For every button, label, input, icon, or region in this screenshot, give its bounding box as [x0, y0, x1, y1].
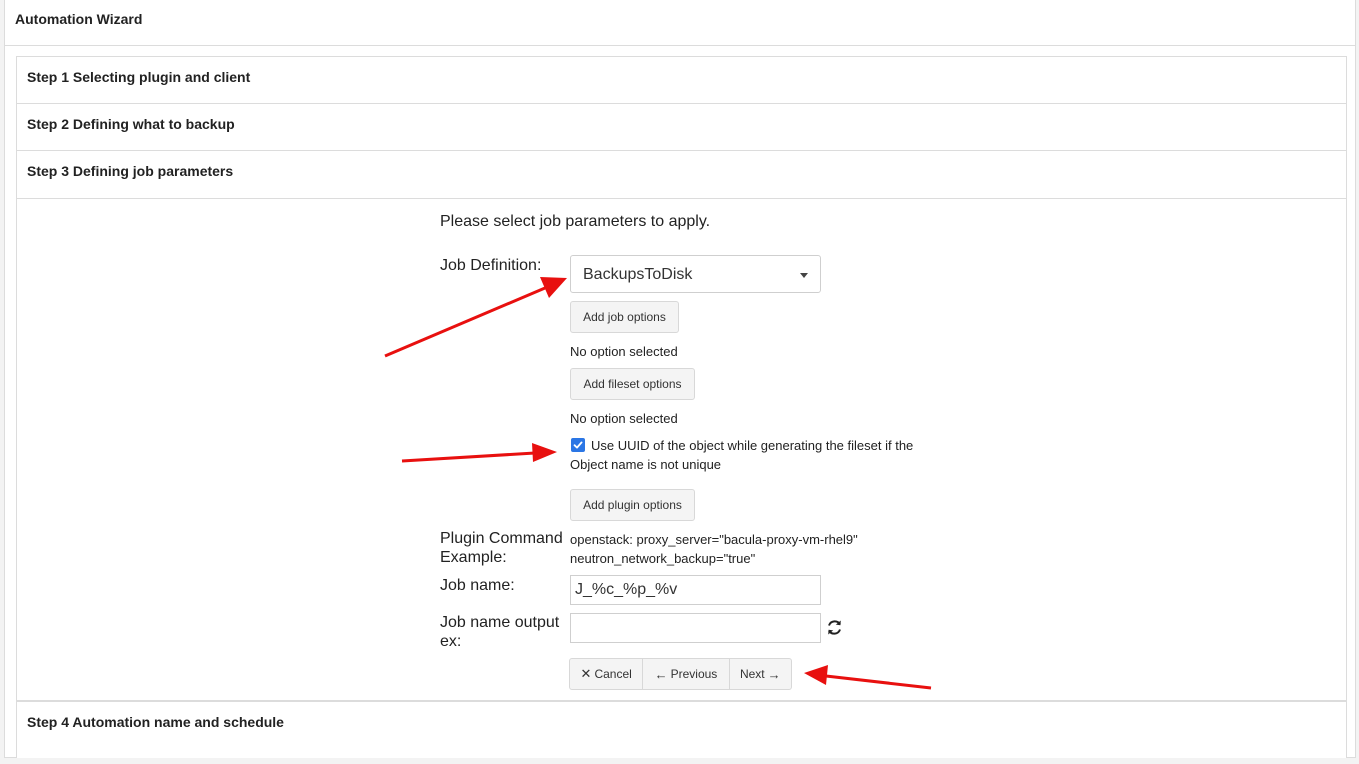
step-1-title[interactable]: Step 1 Selecting plugin and client	[27, 69, 250, 85]
refresh-icon[interactable]	[826, 619, 843, 636]
job-name-input[interactable]: J_%c_%p_%v	[570, 575, 821, 605]
wizard-header: Automation Wizard	[5, 0, 1355, 46]
step-3-header[interactable]: Step 3 Defining job parameters	[17, 151, 1346, 199]
cancel-button[interactable]: ✕ Cancel	[570, 659, 644, 689]
uuid-checkbox-label[interactable]: Use UUID of the object while generating …	[570, 436, 920, 474]
step-4-title[interactable]: Step 4 Automation name and schedule	[27, 714, 284, 730]
plugin-command-label: Plugin Command Example:	[440, 530, 563, 566]
cancel-label: Cancel	[594, 667, 632, 681]
step-3-intro: Please select job parameters to apply.	[440, 213, 711, 230]
arrow-left-icon: ←	[654, 666, 668, 682]
step-1-panel[interactable]: Step 1 Selecting plugin and client	[16, 56, 1347, 104]
job-name-label: Job name:	[440, 577, 515, 594]
previous-button[interactable]: ← Previous	[643, 659, 730, 689]
job-name-output-label: Job name output ex:	[440, 614, 560, 650]
step-4-panel[interactable]: Step 4 Automation name and schedule	[16, 701, 1347, 758]
add-fileset-options-button[interactable]: Add fileset options	[570, 368, 695, 400]
chevron-down-icon	[800, 273, 808, 278]
job-definition-select[interactable]: BackupsToDisk	[570, 255, 821, 293]
next-label: Next	[739, 667, 765, 681]
job-options-status: No option selected	[570, 344, 678, 359]
step-2-panel[interactable]: Step 2 Defining what to backup	[16, 103, 1347, 151]
fileset-options-status: No option selected	[570, 411, 678, 426]
arrow-right-icon: →	[767, 666, 781, 682]
job-definition-value: BackupsToDisk	[583, 266, 693, 283]
job-name-output-input[interactable]	[570, 613, 821, 643]
step-2-title[interactable]: Step 2 Defining what to backup	[27, 116, 235, 132]
job-definition-label: Job Definition:	[440, 257, 542, 274]
add-job-options-button[interactable]: Add job options	[570, 301, 679, 333]
close-icon: ✕	[580, 666, 592, 681]
previous-label: Previous	[670, 667, 718, 681]
wizard-title: Automation Wizard	[15, 11, 143, 27]
plugin-command-value: openstack: proxy_server="bacula-proxy-vm…	[570, 532, 858, 566]
add-plugin-options-button[interactable]: Add plugin options	[570, 489, 695, 521]
step-3-title[interactable]: Step 3 Defining job parameters	[27, 163, 233, 179]
next-button[interactable]: Next →	[730, 659, 791, 689]
wizard-nav-buttons: ✕ Cancel ← Previous Next →	[569, 658, 792, 690]
